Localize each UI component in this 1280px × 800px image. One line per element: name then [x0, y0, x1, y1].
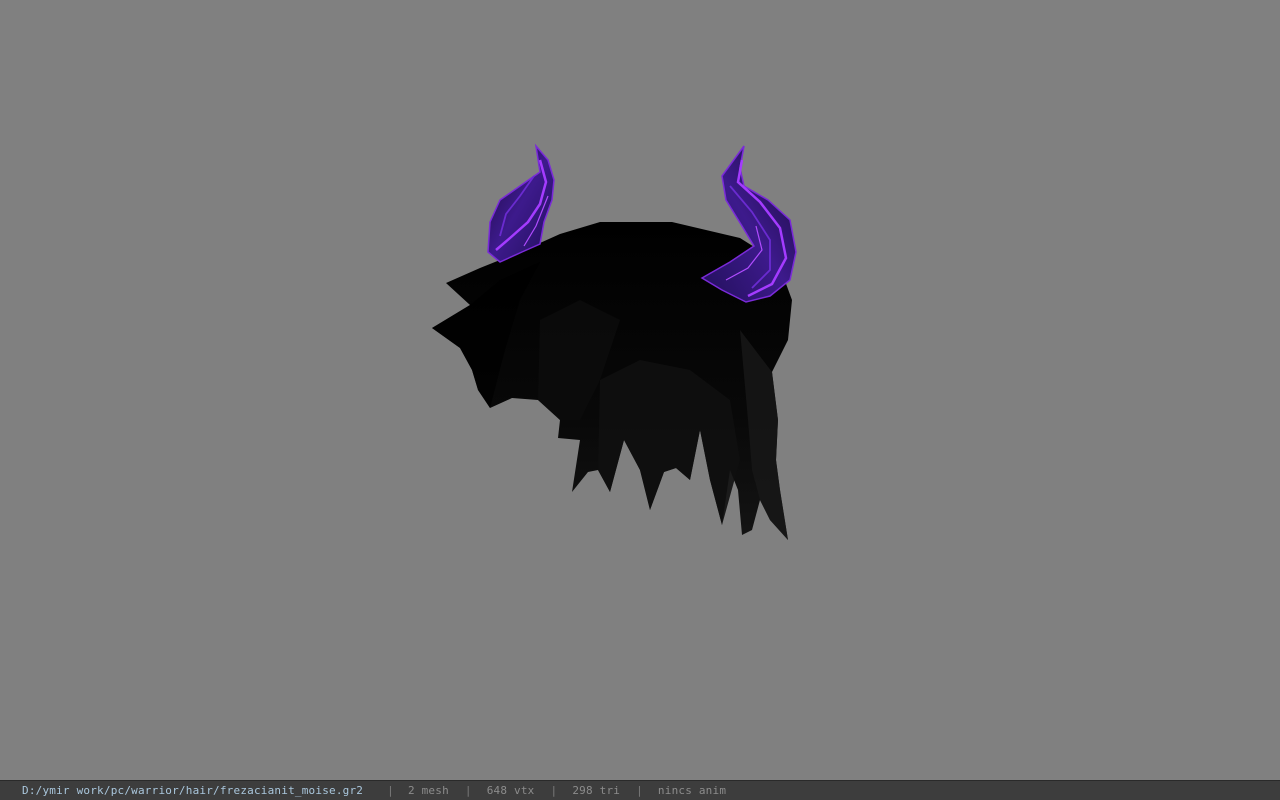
animation-status-label: nincs anim [657, 784, 727, 797]
triangle-count-label: 298 tri [572, 784, 621, 797]
3d-viewport[interactable] [0, 0, 1280, 780]
status-separator: | [464, 784, 472, 797]
vertex-count-label: 648 vtx [486, 784, 535, 797]
status-bar: D:/ymir work/pc/warrior/hair/frezacianit… [0, 780, 1280, 800]
status-separator: | [387, 784, 394, 797]
file-path-label: D:/ymir work/pc/warrior/hair/frezacianit… [22, 784, 364, 797]
model-preview [432, 143, 797, 540]
status-separator: | [550, 784, 558, 797]
right-horn-mesh [700, 145, 797, 303]
mesh-count-label: 2 mesh [407, 784, 449, 797]
status-separator: | [636, 784, 643, 797]
